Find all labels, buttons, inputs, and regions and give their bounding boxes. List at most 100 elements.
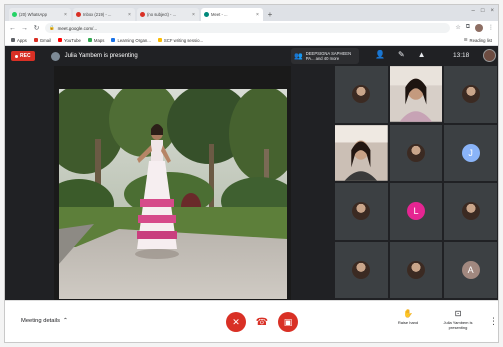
bookmark-label: SCF writing sessio... [163, 37, 204, 43]
presenting-button[interactable]: ⊡ Julia Yambem is presenting [441, 309, 475, 330]
close-icon[interactable]: × [256, 12, 260, 18]
url-text: meet.google.com/... [57, 25, 98, 31]
bookmark-label: YouTube [64, 37, 81, 43]
participant-initial: L [406, 202, 425, 221]
minimize-icon[interactable]: – [472, 8, 475, 14]
address-bar[interactable]: 🔒 meet.google.com/... [45, 23, 451, 33]
participant-tile[interactable]: J [444, 124, 497, 181]
back-arrow-icon[interactable]: ← [9, 25, 16, 32]
maximize-icon[interactable]: □ [481, 8, 485, 14]
activities-icon[interactable]: ▲ [418, 50, 426, 59]
participant-tile[interactable] [335, 241, 388, 298]
browser-toolbar: ← → ↻ 🔒 meet.google.com/... ☆ ⧉ ⋮ [5, 21, 498, 35]
tab-strip: (20) WhatsApp × Inbox (219) - ... × (no … [5, 5, 498, 21]
recording-badge: REC [11, 51, 35, 61]
presenter-avatar [50, 51, 60, 61]
close-icon[interactable]: × [192, 12, 196, 18]
reading-list-label: Reading list [469, 37, 492, 43]
participant-avatar [352, 202, 371, 221]
bookmark-maps[interactable]: Maps [87, 38, 104, 43]
window-controls: – □ × [472, 8, 494, 14]
meeting-details-label: Meeting details [21, 318, 60, 324]
bookmark-apps[interactable]: Apps [11, 38, 27, 43]
presentation-photo [59, 89, 287, 299]
meet-area: REC Julia Yambem is presenting 👥 DEEPSIG… [5, 46, 498, 300]
youtube-icon [58, 38, 63, 42]
participant-avatar [406, 143, 425, 162]
gmail-icon [76, 12, 81, 17]
participant-grid: J L A [333, 66, 498, 298]
participants-joined-notice: 👥 DEEPSIGNA SAPHEEN PA... and 40 more [291, 48, 359, 64]
participant-tile[interactable] [389, 124, 443, 181]
profile-avatar[interactable] [475, 24, 483, 32]
self-avatar[interactable] [483, 49, 496, 62]
bookmark-label: Apps [17, 37, 27, 43]
chat-icon[interactable]: ✎ [398, 50, 405, 59]
bookmarks-bar: Apps Gmail YouTube Maps Learning Organ..… [5, 35, 498, 46]
raise-hand-label: Raise hand [397, 320, 419, 325]
close-icon[interactable]: × [128, 12, 132, 18]
mic-off-button[interactable]: ✕ [226, 312, 246, 332]
people-icon: 👥 [294, 53, 303, 60]
bookmark-learning[interactable]: Learning Organ... [111, 37, 151, 43]
present-screen-icon: ⊡ [454, 309, 462, 318]
participant-tile[interactable] [444, 66, 497, 123]
close-icon[interactable]: × [64, 12, 68, 18]
meet-icon [204, 12, 209, 17]
participant-video-tile[interactable] [389, 66, 443, 123]
more-options-icon[interactable]: ⋮ [489, 316, 498, 327]
participant-video [335, 124, 388, 181]
phone-hangup-icon: ☎ [255, 316, 269, 328]
browser-tab-gmail-inbox[interactable]: Inbox (219) - ... × [73, 8, 135, 21]
participant-tile[interactable] [444, 183, 497, 240]
participant-initial: A [461, 260, 480, 279]
browser-tab-meet[interactable]: Meet - ... × [201, 8, 263, 21]
reading-list-icon: ☰ [463, 37, 468, 42]
recording-label: REC [20, 53, 31, 59]
participant-tile[interactable]: A [444, 241, 497, 298]
participant-tile[interactable] [335, 66, 388, 123]
apps-grid-icon [11, 38, 15, 42]
meeting-details-button[interactable]: Meeting details ⌃ [21, 318, 68, 324]
notice-text: DEEPSIGNA SAPHEEN PA... and 40 more [305, 51, 352, 61]
participant-tile[interactable]: L [389, 183, 443, 240]
browser-tab-whatsapp[interactable]: (20) WhatsApp × [9, 8, 71, 21]
tab-title: Meet - ... [211, 12, 228, 17]
gmail-icon [140, 12, 145, 17]
mic-off-icon: ✕ [232, 316, 240, 327]
participant-avatar [352, 260, 371, 279]
browser-tab-gmail-draft[interactable]: (no subject) - ... × [137, 8, 199, 21]
bookmark-icon [111, 38, 116, 42]
bookmark-icon [157, 38, 162, 42]
close-window-icon[interactable]: × [490, 8, 494, 14]
bookmark-youtube[interactable]: YouTube [58, 38, 81, 43]
participant-video-tile[interactable] [335, 124, 388, 181]
reading-list[interactable]: ☰ Reading list [464, 37, 492, 43]
hand-icon: ✋ [403, 309, 413, 318]
meeting-controls-bar: Meeting details ⌃ ✕ ☎ ▣ ✋ Raise hand ⊡ J… [5, 300, 498, 342]
raise-hand-button[interactable]: ✋ Raise hand [395, 309, 421, 325]
extensions-icon[interactable]: ⧉ [466, 24, 470, 32]
star-icon[interactable]: ☆ [455, 24, 460, 32]
meeting-clock: 13:18 [453, 52, 470, 59]
people-icon[interactable]: 👤 [375, 50, 385, 59]
participant-avatar [461, 202, 480, 221]
bookmark-label: Learning Organ... [117, 37, 151, 43]
menu-dots-icon[interactable]: ⋮ [488, 24, 494, 32]
whatsapp-icon [12, 12, 17, 17]
reload-icon[interactable]: ↻ [33, 24, 40, 32]
camera-off-button[interactable]: ▣ [278, 312, 298, 332]
participant-tile[interactable] [335, 183, 388, 240]
presenting-status-label: Julia Yambem is presenting [443, 320, 473, 330]
participant-tile[interactable] [389, 241, 443, 298]
new-tab-button[interactable]: + [265, 8, 275, 21]
bookmark-gmail[interactable]: Gmail [33, 38, 51, 43]
bookmark-scf[interactable]: SCF writing sessio... [157, 37, 204, 43]
participant-avatar [406, 260, 425, 279]
presenting-label: Julia Yambem is presenting [64, 53, 138, 59]
lock-icon: 🔒 [49, 25, 55, 30]
dancer-garden-photo [59, 89, 287, 299]
participant-avatar [461, 85, 480, 104]
forward-arrow-icon[interactable]: → [21, 25, 28, 32]
leave-call-button[interactable]: ☎ [252, 312, 272, 332]
